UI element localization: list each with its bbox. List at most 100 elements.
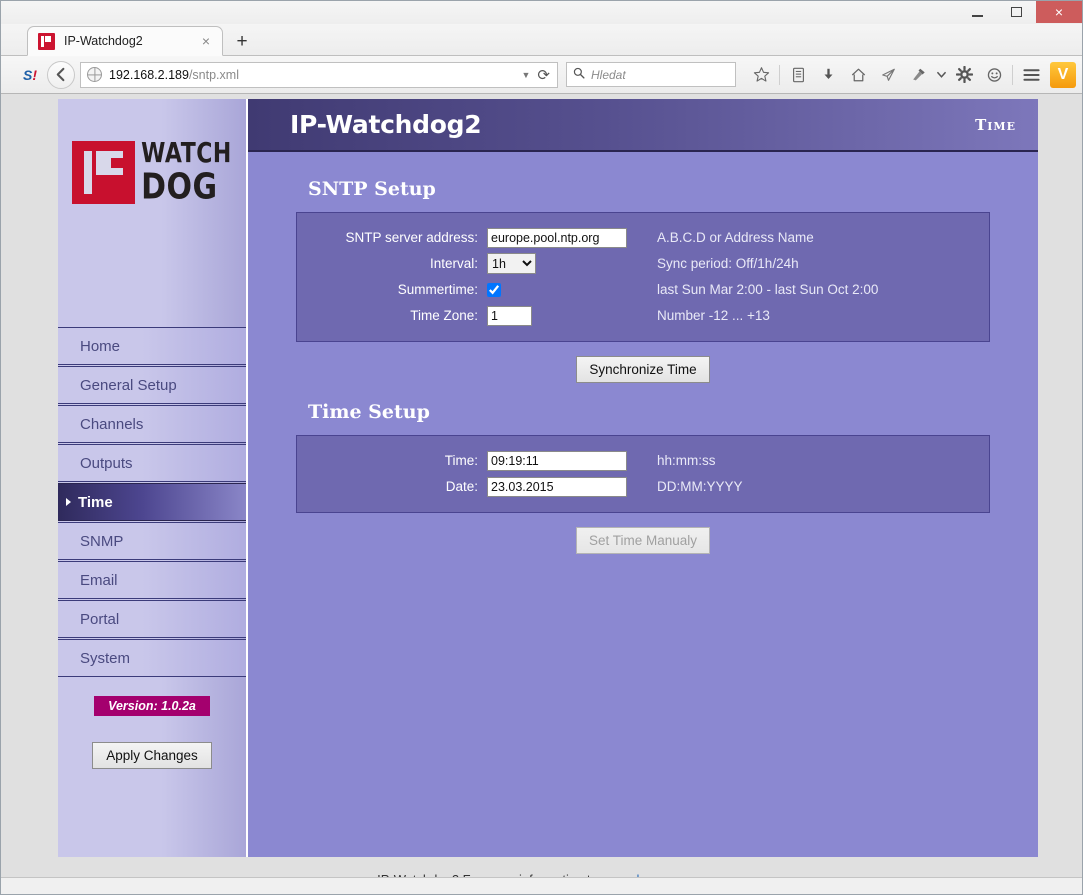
page-viewport: WATCH DOG Home General Setup Channels Ou… — [1, 94, 1082, 877]
page-title: IP-Watchdog2 — [290, 110, 482, 139]
timezone-input[interactable] — [487, 305, 532, 326]
window-titlebar: × — [1, 1, 1082, 24]
interval-select[interactable]: 1h — [487, 253, 536, 274]
sidebar-item-label: Time — [78, 493, 113, 511]
sidebar-item-email[interactable]: Email — [58, 561, 246, 599]
close-icon: × — [1054, 4, 1064, 20]
field-hint: DD:MM:YYYY — [657, 479, 743, 494]
field-label: Interval: — [429, 256, 478, 271]
sidebar-item-channels[interactable]: Channels — [58, 405, 246, 443]
field-row-summertime: Summertime: last Sun Mar 2:00 - last Sun… — [297, 277, 989, 302]
timesetup-panel: Time: hh:mm:ss Date: DD:MM:YYYY — [296, 435, 990, 513]
hamburger-menu-icon[interactable] — [1016, 60, 1046, 90]
toolbar-divider-2 — [1012, 64, 1013, 85]
sntp-section-title: SNTP Setup — [308, 178, 436, 200]
url-path: /sntp.xml — [188, 67, 239, 82]
search-box[interactable]: Hledat — [566, 62, 736, 87]
version-badge: Version: 1.0.2a — [94, 696, 210, 716]
footer-link-hw-group[interactable]: www.hw-group.com — [605, 872, 718, 878]
sbang-logo-icon: S! — [22, 66, 37, 83]
field-row-interval: Interval: 1h Sync period: Off/1h/24h — [297, 251, 989, 276]
footer-text: IP-Watchdog2:For more information try — [377, 872, 601, 878]
logo-line1: WATCH — [141, 137, 232, 170]
sidebar-item-label: SNMP — [80, 532, 124, 550]
field-row-sntp-server: SNTP server address: A.B.C.D or Address … — [297, 225, 989, 250]
globe-icon — [87, 67, 102, 82]
sntp-server-input[interactable] — [487, 227, 627, 248]
tab-close-icon[interactable]: × — [198, 33, 214, 49]
reader-list-icon[interactable] — [783, 60, 813, 90]
app-main: IP-Watchdog2 Time SNTP Setup SNTP server… — [248, 99, 1038, 857]
logo: WATCH DOG — [58, 99, 246, 327]
sidebar-item-label: Portal — [80, 610, 120, 628]
url-dropdown-icon[interactable]: ▼ — [522, 70, 531, 80]
caret-right-icon — [66, 498, 71, 506]
sidebar-item-snmp[interactable]: SNMP — [58, 522, 246, 560]
date-input[interactable] — [487, 476, 627, 497]
sidebar-footer: Version: 1.0.2a Apply Changes — [58, 678, 246, 857]
back-arrow-icon — [56, 67, 64, 82]
field-label: SNTP server address: — [345, 230, 478, 245]
back-button[interactable] — [47, 60, 75, 89]
sidebar-item-portal[interactable]: Portal — [58, 600, 246, 638]
browser-tab-ip-watchdog2[interactable]: IP-Watchdog2 × — [27, 26, 223, 56]
window-maximize-button[interactable] — [997, 1, 1036, 23]
field-hint: Number -12 ... +13 — [657, 308, 770, 323]
sidebar-item-label: Home — [80, 337, 121, 355]
set-time-manually-button[interactable]: Set Time Manualy — [575, 527, 711, 554]
sidebar-nav: Home General Setup Channels Outputs Time… — [58, 327, 246, 678]
settime-button-row: Set Time Manualy — [296, 513, 990, 572]
sidebar-item-system[interactable]: System — [58, 639, 246, 677]
downloads-icon[interactable] — [813, 60, 843, 90]
home-icon[interactable] — [843, 60, 873, 90]
app-page: WATCH DOG Home General Setup Channels Ou… — [58, 99, 1038, 857]
new-tab-button[interactable]: + — [227, 28, 257, 56]
addon-extension-icon[interactable] — [903, 60, 933, 90]
sidebar-item-time[interactable]: Time — [58, 483, 246, 521]
send-paperplane-icon[interactable] — [873, 60, 903, 90]
page-footer: IP-Watchdog2:For more information try ww… — [58, 857, 1038, 877]
sidebar-item-outputs[interactable]: Outputs — [58, 444, 246, 482]
page-section-label: Time — [975, 115, 1016, 134]
sidebar-item-label: System — [80, 649, 131, 667]
field-hint: Sync period: Off/1h/24h — [657, 256, 799, 271]
bookmark-star-icon[interactable] — [746, 60, 776, 90]
field-row-time: Time: hh:mm:ss — [297, 448, 989, 473]
favicon-ip-watchdog-icon — [38, 32, 55, 50]
search-placeholder: Hledat — [591, 67, 626, 82]
chat-bubble-icon[interactable] — [979, 60, 1009, 90]
window-minimize-button[interactable] — [958, 1, 997, 23]
profile-badge-icon[interactable]: V — [1050, 61, 1076, 88]
field-label: Date: — [445, 479, 478, 494]
field-row-timezone: Time Zone: Number -12 ... +13 — [297, 303, 989, 328]
sidebar-item-label: Channels — [80, 415, 144, 433]
toolbar-divider — [779, 64, 780, 85]
apply-changes-button[interactable]: Apply Changes — [92, 742, 212, 769]
summertime-checkbox[interactable] — [487, 282, 501, 297]
browser-tabstrip: IP-Watchdog2 × + — [1, 24, 1082, 56]
gear-settings-icon[interactable] — [949, 60, 979, 90]
reload-icon[interactable]: ⟳ — [537, 66, 550, 84]
ip-watchdog-logo-icon — [72, 141, 136, 204]
sntp-panel: SNTP server address: A.B.C.D or Address … — [296, 212, 990, 342]
url-host: 192.168.2.189 — [109, 67, 189, 82]
time-input[interactable] — [487, 450, 627, 471]
window-close-button[interactable]: × — [1036, 1, 1082, 23]
logo-line2: DOG — [141, 166, 218, 209]
app-sidebar: WATCH DOG Home General Setup Channels Ou… — [58, 99, 248, 857]
search-icon — [573, 67, 585, 82]
field-label: Time: — [444, 453, 478, 468]
browser-statusbar — [1, 877, 1082, 894]
app-header: IP-Watchdog2 Time — [248, 99, 1038, 152]
synchronize-time-button[interactable]: Synchronize Time — [576, 356, 710, 383]
field-label: Summertime: — [397, 282, 478, 297]
browser-window: × IP-Watchdog2 × + S! 192.168.2.189/sntp… — [0, 0, 1083, 895]
sidebar-item-label: General Setup — [80, 376, 177, 394]
url-text: 192.168.2.189/sntp.xml — [109, 68, 515, 82]
chevron-down-icon[interactable] — [933, 60, 949, 90]
field-hint: last Sun Mar 2:00 - last Sun Oct 2:00 — [657, 282, 879, 297]
field-hint: A.B.C.D or Address Name — [657, 230, 814, 245]
sidebar-item-home[interactable]: Home — [58, 327, 246, 365]
sidebar-item-general-setup[interactable]: General Setup — [58, 366, 246, 404]
address-bar[interactable]: 192.168.2.189/sntp.xml ▼ ⟳ — [80, 61, 558, 88]
